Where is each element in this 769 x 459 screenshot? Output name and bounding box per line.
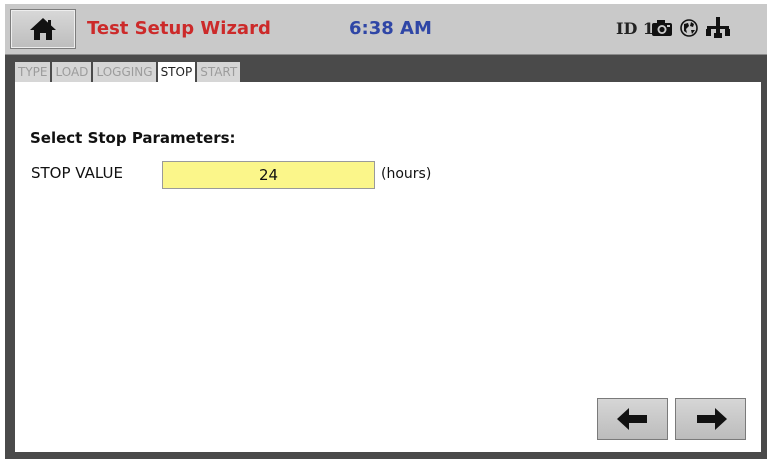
wizard-tabs: TYPE LOAD LOGGING STOP START — [15, 62, 242, 82]
network-icon[interactable] — [679, 18, 699, 38]
tab-logging[interactable]: LOGGING — [93, 62, 156, 82]
stop-units-label: (hours) — [381, 166, 432, 182]
stop-value-label: STOP VALUE — [31, 164, 123, 182]
status-icons — [651, 15, 731, 41]
tab-start[interactable]: START — [197, 62, 241, 82]
next-button[interactable] — [675, 398, 746, 440]
usb-icon[interactable] — [705, 16, 731, 40]
camera-icon[interactable] — [651, 19, 673, 37]
device-id: ID 1 — [616, 19, 655, 38]
clock-time: 6:38 AM — [349, 18, 432, 39]
stop-value-input[interactable] — [162, 161, 375, 189]
tab-type[interactable]: TYPE — [15, 62, 51, 82]
home-button[interactable] — [10, 9, 76, 49]
app-window: Test Setup Wizard 6:38 AM ID 1 TYPE LOAD… — [5, 4, 767, 459]
arrow-right-icon — [696, 408, 727, 430]
tab-load[interactable]: LOAD — [52, 62, 92, 82]
page-title: Test Setup Wizard — [87, 18, 271, 39]
tab-stop[interactable]: STOP — [157, 62, 196, 82]
section-heading: Select Stop Parameters: — [30, 129, 236, 147]
home-icon — [30, 18, 56, 40]
stop-panel: Select Stop Parameters: STOP VALUE (hour… — [15, 82, 761, 452]
arrow-left-icon — [616, 408, 647, 430]
back-button[interactable] — [597, 398, 668, 440]
header-bar: Test Setup Wizard 6:38 AM ID 1 — [5, 4, 767, 55]
